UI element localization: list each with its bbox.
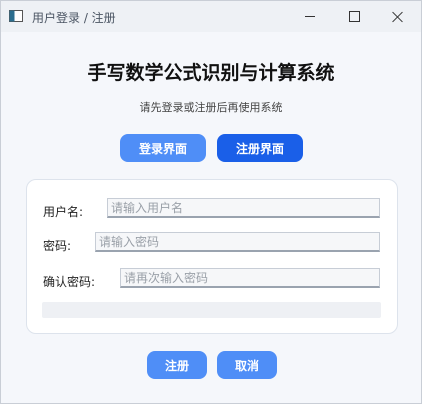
- maximize-icon: [348, 11, 360, 22]
- close-button[interactable]: [376, 1, 420, 32]
- status-message: [42, 302, 381, 318]
- app-window-icon: [9, 10, 23, 22]
- close-icon: [392, 11, 404, 23]
- cancel-button[interactable]: 取消: [217, 351, 277, 379]
- maximize-button[interactable]: [332, 1, 376, 32]
- register-form: 用户名: 密码: 确认密码:: [26, 179, 398, 334]
- title-bar[interactable]: 用户登录 / 注册: [1, 1, 421, 32]
- username-input[interactable]: [107, 198, 380, 218]
- confirm-password-input[interactable]: [120, 268, 380, 288]
- register-view-button[interactable]: 注册界面: [217, 134, 303, 162]
- window-title: 用户登录 / 注册: [32, 11, 116, 25]
- minimize-button[interactable]: [288, 1, 332, 32]
- page-title: 手写数学公式识别与计算系统: [87, 62, 335, 84]
- register-window: 用户登录 / 注册 手写数学公式识别与计算系统 请先登录或注册后再使用系统 登录…: [0, 0, 422, 404]
- login-view-button[interactable]: 登录界面: [120, 134, 206, 162]
- register-button[interactable]: 注册: [147, 351, 207, 379]
- confirm-password-label: 确认密码:: [43, 275, 96, 289]
- password-input[interactable]: [95, 232, 380, 252]
- username-label: 用户名:: [43, 205, 84, 219]
- minimize-icon: [305, 16, 315, 17]
- page-subtitle: 请先登录或注册后再使用系统: [139, 101, 283, 114]
- password-label: 密码:: [43, 239, 72, 253]
